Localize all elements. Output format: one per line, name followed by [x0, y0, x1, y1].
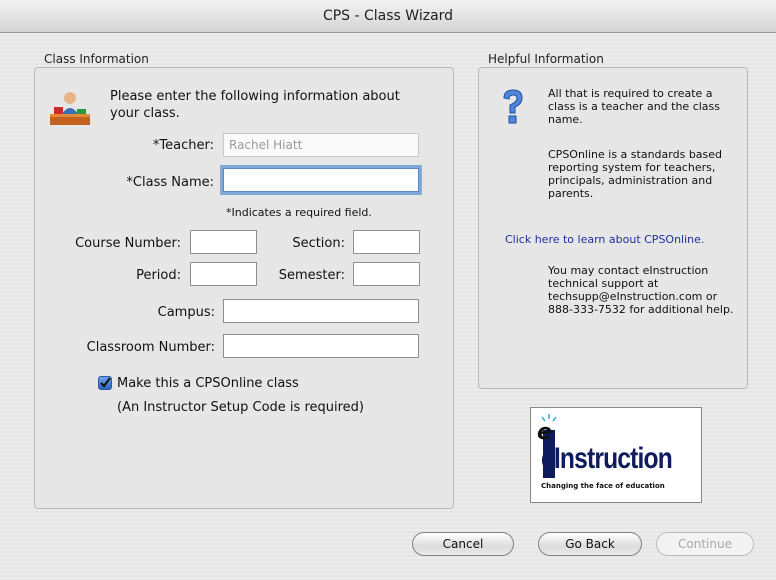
class-name-label: *Class Name:: [126, 175, 214, 190]
campus-field[interactable]: [223, 299, 419, 323]
go-back-button[interactable]: Go Back: [538, 532, 642, 556]
required-note: *Indicates a required field.: [226, 206, 372, 219]
classroom-number-field[interactable]: [223, 334, 419, 358]
question-mark-icon: [503, 89, 523, 124]
teacher-icon: [50, 92, 90, 125]
checkmark-icon: [100, 377, 111, 388]
class-info-intro: Please enter the following information a…: [110, 89, 400, 121]
logo-tagline: Changing the face of education: [541, 482, 665, 490]
cancel-button[interactable]: Cancel: [412, 532, 514, 556]
classroom-number-label: Classroom Number:: [86, 340, 215, 355]
section-label: Section:: [292, 236, 345, 251]
semester-label: Semester:: [278, 268, 345, 283]
help-required-text: All that is required to create a class i…: [548, 87, 720, 126]
teacher-field: [223, 133, 419, 157]
learn-cpsonline-link[interactable]: Click here to learn about CPSOnline.: [505, 233, 704, 246]
period-field[interactable]: [190, 262, 257, 286]
class-info-title: Class Information: [44, 52, 149, 66]
section-field[interactable]: [353, 230, 420, 254]
course-number-label: Course Number:: [75, 236, 181, 251]
help-about-text: CPSOnline is a standards based reporting…: [548, 148, 723, 200]
teacher-label: *Teacher:: [152, 138, 214, 153]
class-name-field[interactable]: [223, 168, 419, 192]
help-contact-text: You may contact eInstruction technical s…: [548, 264, 734, 316]
period-label: Period:: [136, 268, 181, 283]
campus-label: Campus:: [157, 305, 215, 320]
einstruction-logo: e eInstruction Changing the face of educ…: [530, 407, 702, 503]
cpsonline-checkbox[interactable]: [98, 376, 112, 390]
cpsonline-note: (An Instructor Setup Code is required): [117, 400, 364, 415]
helpful-info-title: Helpful Information: [488, 52, 604, 66]
semester-field[interactable]: [353, 262, 420, 286]
cpsonline-checkbox-label[interactable]: Make this a CPSOnline class: [117, 376, 299, 391]
window-title: CPS - Class Wizard: [322, 8, 454, 24]
course-number-field[interactable]: [190, 230, 257, 254]
window-title-bar: CPS - Class Wizard: [0, 0, 776, 33]
logo-brand: eInstruction: [541, 442, 673, 475]
continue-button[interactable]: Continue: [656, 532, 754, 556]
